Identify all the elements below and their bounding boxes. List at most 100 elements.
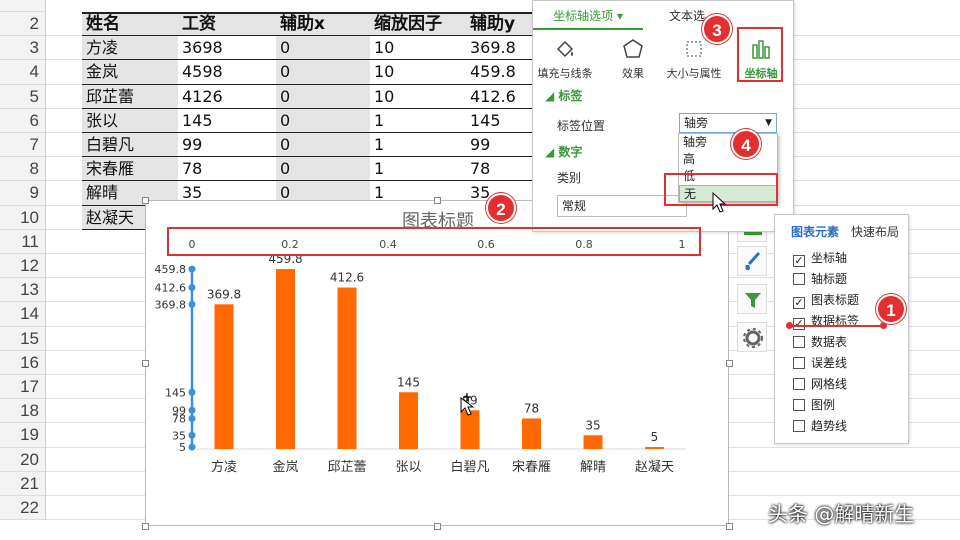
checkbox[interactable] xyxy=(793,357,805,369)
table-cell[interactable]: 0 xyxy=(276,36,370,61)
row-header[interactable]: 16 xyxy=(0,350,46,375)
chart-element-item[interactable]: 轴标题 xyxy=(793,271,847,287)
table-cell[interactable]: 78 xyxy=(178,157,276,181)
checkbox[interactable] xyxy=(793,420,805,432)
chart-element-item[interactable]: 趋势线 xyxy=(793,418,847,434)
row-header[interactable]: 17 xyxy=(0,375,46,400)
effects-tool[interactable]: 效果 xyxy=(603,37,663,81)
column-header[interactable]: 辅助y xyxy=(466,12,534,37)
label-position-select[interactable]: 轴旁 ▼ xyxy=(679,113,777,133)
chart-element-item[interactable]: 数据表 xyxy=(793,334,847,350)
column-header[interactable]: 工资 xyxy=(178,12,276,37)
row-header[interactable]: 13 xyxy=(0,278,46,303)
table-cell[interactable]: 0 xyxy=(276,60,370,85)
chart-element-item[interactable]: 网格线 xyxy=(793,376,847,392)
row-header[interactable]: 11 xyxy=(0,229,46,254)
table-cell[interactable]: 4598 xyxy=(178,60,276,84)
checkbox[interactable] xyxy=(793,399,805,411)
row-header[interactable]: 18 xyxy=(0,399,46,424)
label-position-label: 标签位置 xyxy=(557,119,606,133)
row-header[interactable]: 6 xyxy=(0,108,46,133)
table-cell[interactable]: 10 xyxy=(370,85,466,109)
table-cell[interactable]: 金岚 xyxy=(82,60,178,85)
table-cell[interactable]: 412.6 xyxy=(466,85,534,109)
table-cell[interactable]: 0 xyxy=(276,84,370,109)
row-header[interactable]: 8 xyxy=(0,157,46,182)
excel-screenshot: 2 3 4 5 6 7 8 9 10 11 12 13 14 15 16 17 18 19 20 21 22 姓名 工资辅… xyxy=(0,0,960,540)
tab-quick-layout[interactable]: 快速布局 xyxy=(851,223,899,240)
chart-element-item[interactable]: ✓ 图表标题 xyxy=(793,292,859,309)
table-cell[interactable]: 145 xyxy=(178,109,276,133)
data-label: 78 xyxy=(524,401,539,415)
resize-handle[interactable] xyxy=(434,523,441,530)
table-cell[interactable]: 张以 xyxy=(82,108,178,133)
tab-axis-options[interactable]: 坐标轴选项 ▾ xyxy=(533,7,643,30)
checkbox[interactable] xyxy=(793,378,805,390)
table-cell[interactable]: 1 xyxy=(370,109,466,133)
row-header[interactable]: 2 xyxy=(0,12,46,37)
table-cell[interactable]: 145 xyxy=(466,109,534,133)
option-axis[interactable]: 轴旁 xyxy=(679,134,777,151)
table-cell[interactable]: 99 xyxy=(178,133,276,157)
chart-filter-button[interactable] xyxy=(737,284,767,314)
category-label: 赵凝天 xyxy=(635,459,674,475)
checkbox[interactable]: ✓ xyxy=(793,318,805,330)
chart-styles-button[interactable] xyxy=(737,246,767,276)
table-cell[interactable]: 0 xyxy=(276,133,370,158)
row-header[interactable]: 22 xyxy=(0,496,46,521)
column-header[interactable]: 姓名 xyxy=(82,12,178,37)
row-header[interactable]: 14 xyxy=(0,302,46,327)
resize-handle[interactable] xyxy=(142,523,149,530)
row-header[interactable]: 5 xyxy=(0,84,46,109)
table-cell[interactable]: 10 xyxy=(370,36,466,60)
table-cell[interactable]: 99 xyxy=(466,133,534,157)
tab-chart-elements[interactable]: 图表元素 xyxy=(791,223,839,240)
row-header[interactable]: 15 xyxy=(0,326,46,351)
table-cell[interactable]: 邱芷蕾 xyxy=(82,84,178,109)
chart-element-item[interactable]: 图例 xyxy=(793,397,835,413)
table-cell[interactable]: 方凌 xyxy=(82,36,178,61)
resize-handle[interactable] xyxy=(726,523,733,530)
checkbox[interactable] xyxy=(793,336,805,348)
table-cell[interactable]: 宋春雁 xyxy=(82,157,178,182)
section-labels[interactable]: ◢ 标签 xyxy=(545,87,582,104)
section-number[interactable]: ◢ 数字 xyxy=(545,143,582,160)
table-cell[interactable]: 0 xyxy=(276,108,370,133)
table-cell[interactable]: 369.8 xyxy=(466,36,534,60)
table-cell[interactable]: 白碧凡 xyxy=(82,133,178,158)
resize-handle[interactable] xyxy=(726,360,733,367)
bar xyxy=(399,392,418,449)
checkbox[interactable] xyxy=(793,273,805,285)
table-cell[interactable]: 1 xyxy=(370,157,466,181)
column-header[interactable]: 辅助x xyxy=(276,12,370,37)
table-cell[interactable]: 1 xyxy=(370,133,466,157)
table-cell[interactable]: 0 xyxy=(276,157,370,182)
resize-handle[interactable] xyxy=(434,197,441,204)
chart-element-item[interactable]: 误差线 xyxy=(793,355,847,371)
row-header[interactable]: 9 xyxy=(0,181,46,206)
row-header[interactable]: 10 xyxy=(0,205,46,230)
table-cell[interactable]: 10 xyxy=(370,60,466,84)
row-header[interactable]: 7 xyxy=(0,133,46,158)
row-header[interactable]: 20 xyxy=(0,447,46,472)
tab-text-options[interactable]: 文本选 xyxy=(669,7,705,24)
row-header[interactable]: 19 xyxy=(0,423,46,448)
table-cell[interactable]: 78 xyxy=(466,157,534,181)
option-high[interactable]: 高 xyxy=(679,151,777,168)
checkbox[interactable]: ✓ xyxy=(793,255,805,267)
annotation-box-axis-tool xyxy=(737,27,783,82)
table-cell[interactable]: 3698 xyxy=(178,36,276,60)
table-cell[interactable]: 4126 xyxy=(178,85,276,109)
fill-line-tool[interactable]: 填充与线条 xyxy=(535,37,595,81)
chart-element-item[interactable]: ✓ 坐标轴 xyxy=(793,250,847,267)
chart-settings-button[interactable] xyxy=(737,322,767,352)
table-cell[interactable]: 459.8 xyxy=(466,60,534,84)
row-header[interactable]: 4 xyxy=(0,60,46,85)
resize-handle[interactable] xyxy=(142,360,149,367)
row-header[interactable]: 3 xyxy=(0,36,46,61)
column-header[interactable]: 缩放因子 xyxy=(370,12,466,37)
checkbox[interactable]: ✓ xyxy=(793,297,805,309)
resize-handle[interactable] xyxy=(142,197,149,204)
row-header[interactable]: 12 xyxy=(0,254,46,279)
row-header[interactable]: 21 xyxy=(0,471,46,496)
